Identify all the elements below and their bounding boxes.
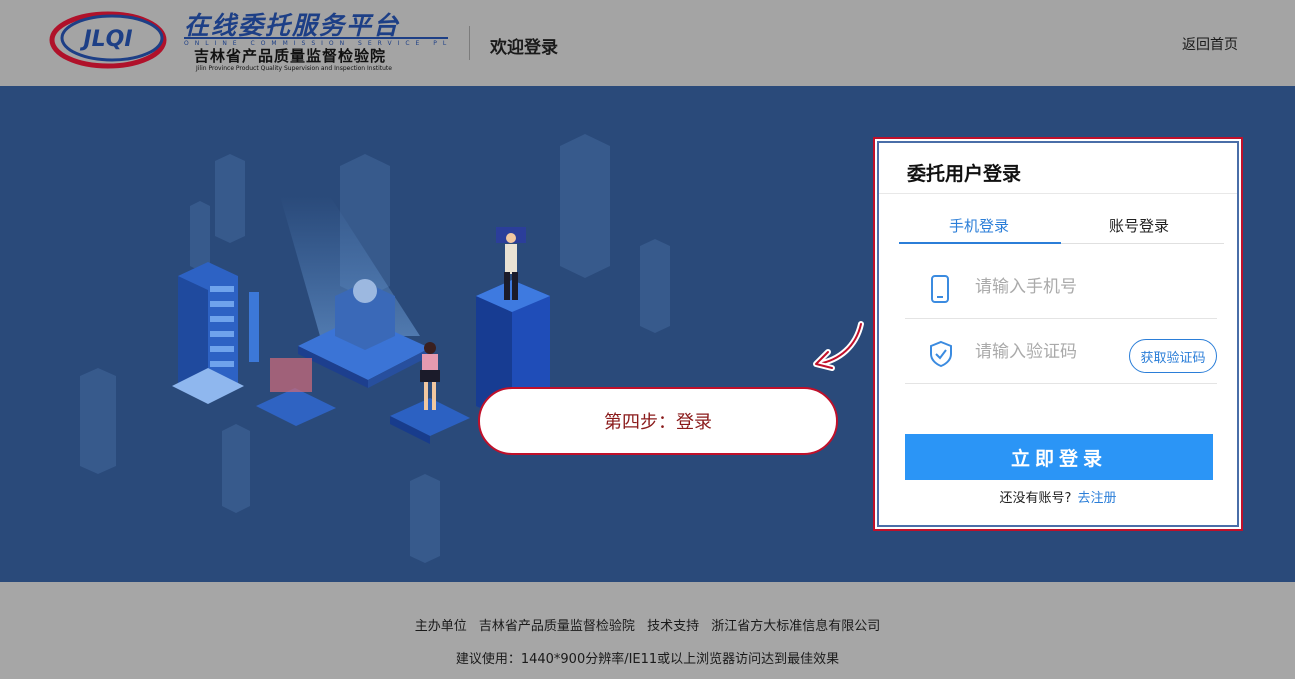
no-account-text: 还没有账号?	[999, 491, 1072, 506]
register-prompt: 还没有账号? 去注册	[879, 487, 1237, 506]
host-label: 主办单位	[414, 619, 467, 634]
phone-input[interactable]	[975, 274, 1125, 300]
shield-check-icon	[930, 340, 952, 368]
header-divider	[469, 26, 470, 60]
login-title: 委托用户登录	[907, 163, 1022, 185]
title-separator	[879, 193, 1237, 194]
tab-phone-login[interactable]: 手机登录	[949, 215, 1009, 236]
host-name: 吉林省产品质量监督检验院	[478, 619, 635, 634]
footer-credits: 主办单位 吉林省产品质量监督检验院 技术支持 浙江省方大标准信息有限公司	[0, 615, 1295, 634]
login-highlight-frame: 委托用户登录 手机登录 账号登录 获取验证码 立即登录 还没有账号? 去注册	[873, 137, 1243, 531]
tab-active-indicator	[899, 242, 1061, 244]
tab-account-login[interactable]: 账号登录	[1109, 215, 1169, 236]
support-label: 技术支持	[647, 619, 700, 634]
get-code-button[interactable]: 获取验证码	[1129, 339, 1217, 373]
code-field-row: 获取验证码	[905, 320, 1217, 384]
page-header: JLQI 在线委托服务平台 ONLINE COMMISSION SERVICE …	[0, 0, 1295, 86]
step-hint-bubble: 第四步：登录	[478, 387, 838, 455]
institute-name: 吉林省产品质量监督检验院	[194, 47, 387, 65]
login-submit-button[interactable]: 立即登录	[905, 434, 1213, 480]
browser-recommendation: 建议使用：1440*900分辨率/IE11或以上浏览器访问达到最佳效果	[455, 652, 840, 667]
verification-code-input[interactable]	[975, 339, 1125, 365]
return-home-link[interactable]: 返回首页	[1182, 34, 1238, 54]
register-link[interactable]: 去注册	[1077, 491, 1116, 506]
mobile-phone-icon	[931, 275, 949, 303]
pointer-arrow-icon	[813, 321, 864, 371]
institute-en-name: Jilin Province Product Quality Supervisi…	[196, 65, 392, 72]
welcome-heading: 欢迎登录	[490, 38, 558, 58]
support-name: 浙江省方大标准信息有限公司	[711, 619, 881, 634]
login-card: 委托用户登录 手机登录 账号登录 获取验证码 立即登录 还没有账号? 去注册	[877, 141, 1239, 527]
isometric-city-illustration	[80, 134, 670, 563]
phone-field-row	[905, 255, 1217, 319]
page-footer: 主办单位 吉林省产品质量监督检验院 技术支持 浙江省方大标准信息有限公司 建议使…	[0, 582, 1295, 679]
logo-text: JLQI	[79, 27, 132, 52]
jlqi-logo: JLQI	[49, 11, 167, 69]
